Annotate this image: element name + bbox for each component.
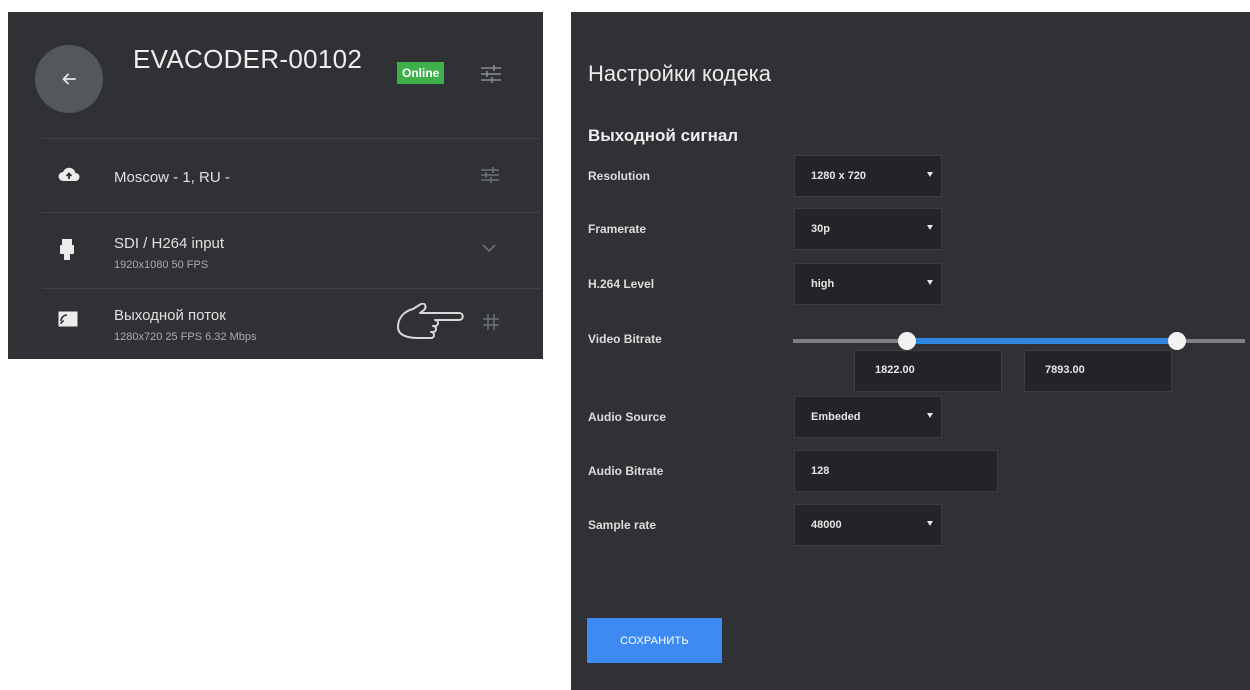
audio-source-label: Audio Source bbox=[588, 410, 667, 424]
bitrate-max-field[interactable]: 7893.00 bbox=[1024, 350, 1172, 392]
resolution-label: Resolution bbox=[588, 169, 650, 183]
audio-bitrate-label: Audio Bitrate bbox=[588, 464, 664, 478]
bitrate-max-handle[interactable] bbox=[1168, 332, 1186, 350]
bitrate-min-value: 1822.00 bbox=[875, 364, 915, 376]
input-label: SDI / H264 input bbox=[114, 235, 225, 252]
resolution-value: 1280 x 720 bbox=[811, 170, 867, 182]
status-badge: Online bbox=[397, 62, 445, 84]
audio-bitrate-input[interactable]: 128 bbox=[794, 450, 998, 492]
chevron-down-icon[interactable] bbox=[482, 243, 496, 253]
dropdown-arrow-icon bbox=[927, 225, 933, 230]
hand-pointer-icon bbox=[395, 302, 467, 358]
h264-level-value: high bbox=[811, 278, 835, 290]
list-item-location[interactable]: Moscow - 1, RU - bbox=[42, 138, 540, 213]
list-item-input[interactable]: SDI / H264 input 1920x1080 50 FPS bbox=[42, 212, 540, 289]
cloud-upload-icon bbox=[58, 166, 80, 189]
bitrate-min-handle[interactable] bbox=[898, 332, 916, 350]
settings-sliders-icon[interactable] bbox=[482, 313, 500, 331]
bitrate-slider-fill bbox=[906, 338, 1177, 344]
back-button[interactable] bbox=[35, 45, 103, 113]
codec-settings-panel: Настройки кодека Выходной сигнал Resolut… bbox=[571, 12, 1250, 690]
device-title: EVACODER-00102 bbox=[133, 44, 363, 74]
save-button[interactable]: СОХРАНИТЬ bbox=[587, 618, 722, 663]
section-title: Выходной сигнал bbox=[588, 126, 739, 145]
panel-title: Настройки кодека bbox=[588, 61, 772, 86]
video-bitrate-label: Video Bitrate bbox=[588, 332, 662, 346]
output-details: 1280x720 25 FPS 6.32 Mbps bbox=[114, 331, 257, 343]
arrow-left-icon bbox=[62, 73, 76, 85]
input-details: 1920x1080 50 FPS bbox=[114, 259, 209, 271]
audio-source-value: Embeded bbox=[811, 411, 861, 423]
framerate-select[interactable]: 30p bbox=[794, 208, 942, 250]
bitrate-min-field[interactable]: 1822.00 bbox=[854, 350, 1002, 392]
framerate-value: 30p bbox=[811, 223, 830, 235]
cast-icon bbox=[58, 311, 78, 332]
dropdown-arrow-icon bbox=[927, 172, 933, 177]
h264-level-label: H.264 Level bbox=[588, 277, 655, 291]
h264-level-select[interactable]: high bbox=[794, 263, 942, 305]
sample-rate-value: 48000 bbox=[811, 519, 842, 531]
framerate-label: Framerate bbox=[588, 222, 647, 236]
audio-source-select[interactable]: Embeded bbox=[794, 396, 942, 438]
dropdown-arrow-icon bbox=[927, 413, 933, 418]
sample-rate-select[interactable]: 48000 bbox=[794, 504, 942, 546]
bitrate-max-value: 7893.00 bbox=[1045, 364, 1085, 376]
dropdown-arrow-icon bbox=[927, 280, 933, 285]
settings-sliders-icon[interactable] bbox=[480, 167, 500, 183]
sdi-connector-icon bbox=[60, 239, 74, 266]
sample-rate-label: Sample rate bbox=[588, 518, 657, 532]
settings-sliders-icon[interactable] bbox=[480, 65, 502, 83]
resolution-select[interactable]: 1280 x 720 bbox=[794, 155, 942, 197]
device-panel: EVACODER-00102 Online Moscow - 1, RU - S… bbox=[8, 12, 543, 359]
audio-bitrate-value: 128 bbox=[811, 465, 830, 477]
dropdown-arrow-icon bbox=[927, 521, 933, 526]
location-label: Moscow - 1, RU - bbox=[114, 169, 230, 186]
output-label: Выходной поток bbox=[114, 307, 226, 324]
